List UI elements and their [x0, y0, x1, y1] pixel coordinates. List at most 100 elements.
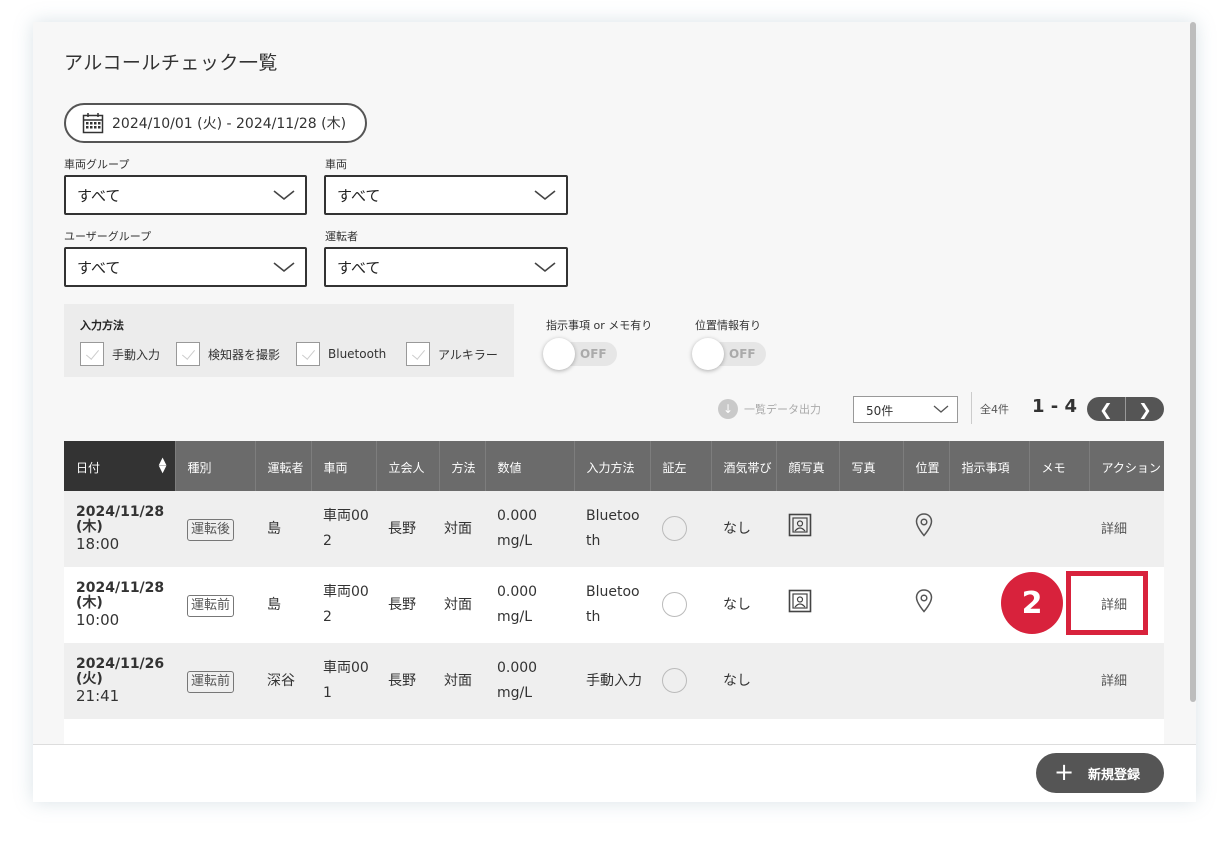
driver-select[interactable]: すべて	[324, 247, 568, 287]
cell-method: 対面	[439, 567, 485, 643]
pager: ❮ ❯	[1087, 397, 1164, 421]
toggle-state: OFF	[580, 347, 607, 361]
location-pin-icon[interactable]	[915, 588, 933, 617]
evidence-indicator	[662, 516, 687, 542]
cell-alcohol: なし	[711, 491, 776, 567]
instructions-toggle[interactable]: OFF	[543, 338, 617, 370]
column-header-date[interactable]: 日付 ▲ ▼	[64, 441, 176, 491]
row-date: 2024/11/28	[76, 580, 165, 596]
cell-input-method: Bluetooth	[574, 567, 650, 643]
input-method-heading: 入力方法	[80, 319, 124, 332]
evidence-indicator	[662, 668, 687, 694]
chevron-down-icon	[273, 262, 295, 273]
plus-icon: +	[1054, 758, 1075, 786]
cell-instructions	[949, 643, 1029, 719]
footer-bar	[33, 744, 1196, 802]
toggle-knob	[543, 338, 575, 370]
checkbox-label: Bluetooth	[328, 347, 387, 361]
checkbox-box[interactable]	[80, 342, 104, 366]
chevron-down-icon	[933, 405, 949, 413]
new-button-label: 新規登録	[1088, 767, 1141, 783]
cell-location[interactable]	[903, 567, 949, 643]
face-photo-icon[interactable]	[788, 589, 812, 617]
checkbox-manual[interactable]: 手動入力	[80, 342, 160, 366]
cell-driver: 島	[255, 567, 311, 643]
cell-location[interactable]	[903, 491, 949, 567]
cell-alcohol: なし	[711, 567, 776, 643]
location-pin-icon[interactable]	[915, 512, 933, 541]
row-date: 2024/11/26	[76, 656, 165, 672]
date-range-picker[interactable]: 2024/10/01 (火) ‐ 2024/11/28 (木)	[64, 103, 367, 143]
checkbox-alkiller[interactable]: アルキラー	[406, 342, 498, 366]
location-toggle[interactable]: OFF	[692, 338, 766, 370]
table-row: 2024/11/28 (木) 10:00 運転前島車両002 長野 対面 0.000 mg/…	[64, 567, 1164, 643]
location-toggle-label: 位置情報有り	[695, 319, 761, 332]
vehicle-group-select[interactable]: すべて	[64, 175, 307, 215]
chevron-down-icon	[534, 190, 556, 201]
cell-memo	[1029, 491, 1089, 567]
vehicle-value: すべて	[337, 186, 381, 205]
checkbox-label: アルキラー	[438, 347, 498, 362]
cell-instructions	[949, 491, 1029, 567]
export-button[interactable]: ↓ 一覧データ出力	[718, 399, 821, 419]
highlight-box	[1066, 571, 1148, 635]
vehicle-group-value: すべて	[77, 186, 121, 205]
row-time: 10:00	[76, 611, 120, 629]
cell-date: 2024/11/26 (火) 21:41	[64, 643, 175, 719]
vehicle-label: 車両	[325, 158, 347, 171]
cell-witness: 長野	[376, 643, 439, 719]
user-group-value: すべて	[77, 258, 121, 277]
column-header: 証左	[650, 441, 712, 491]
checkbox-box[interactable]	[406, 342, 430, 366]
chevron-down-icon	[273, 190, 295, 201]
cell-face-photo[interactable]	[776, 567, 839, 643]
row-time: 21:41	[76, 687, 120, 705]
vehicle-select[interactable]: すべて	[324, 175, 568, 215]
evidence-indicator	[662, 592, 687, 618]
cell-photo	[839, 643, 903, 719]
total-count: 全4件	[980, 403, 1009, 416]
cell-photo	[839, 491, 903, 567]
checkbox-photo[interactable]: 検知器を撮影	[176, 342, 280, 366]
next-page-button[interactable]: ❯	[1126, 397, 1164, 421]
cell-vehicle: 車両002	[311, 491, 376, 567]
column-header: 酒気帯び	[711, 441, 777, 491]
cell-vehicle: 車両001	[311, 643, 376, 719]
sort-icon[interactable]: ▲ ▼	[159, 457, 167, 475]
checkbox-bluetooth[interactable]: Bluetooth	[296, 342, 386, 366]
cell-vehicle: 車両002	[311, 567, 376, 643]
cell-date: 2024/11/28 (木) 10:00	[64, 567, 175, 643]
cell-method: 対面	[439, 491, 485, 567]
page-size-select[interactable]: 50件	[853, 396, 958, 423]
cell-evidence	[650, 567, 711, 643]
row-time: 18:00	[76, 535, 120, 553]
table-row: 2024/11/28 (木) 18:00 運転後島車両002 長野 対面 0.000 mg/…	[64, 491, 1164, 567]
checkbox-box[interactable]	[176, 342, 200, 366]
cell-action: 詳細	[1089, 491, 1164, 567]
cell-value: 0.000 mg/L	[485, 491, 574, 567]
vehicle-group-label: 車両グループ	[64, 158, 130, 171]
page-title: アルコールチェック一覧	[64, 52, 278, 74]
column-header: 位置	[903, 441, 950, 491]
new-registration-button[interactable]: + 新規登録	[1036, 753, 1164, 793]
checkbox-box[interactable]	[296, 342, 320, 366]
column-header: 運転者	[255, 441, 312, 491]
prev-page-button[interactable]: ❮	[1087, 397, 1126, 421]
detail-link[interactable]: 詳細	[1101, 674, 1127, 689]
user-group-select[interactable]: すべて	[64, 247, 307, 287]
calendar-icon	[82, 113, 104, 134]
vertical-scrollbar[interactable]	[1190, 22, 1196, 702]
chevron-down-icon	[534, 262, 556, 273]
face-photo-icon[interactable]	[788, 513, 812, 541]
cell-input-method: Bluetooth	[574, 491, 650, 567]
column-header: 数値	[485, 441, 575, 491]
cell-driver: 深谷	[255, 643, 311, 719]
toggle-knob	[692, 338, 724, 370]
cell-date: 2024/11/28 (木) 18:00	[64, 491, 175, 567]
detail-link[interactable]: 詳細	[1101, 522, 1127, 537]
page-range: 1 - 4	[1032, 396, 1078, 417]
user-group-label: ユーザーグループ	[64, 230, 152, 243]
cell-face-photo[interactable]	[776, 491, 839, 567]
row-dow: (木)	[76, 519, 103, 535]
cell-memo	[1029, 643, 1089, 719]
